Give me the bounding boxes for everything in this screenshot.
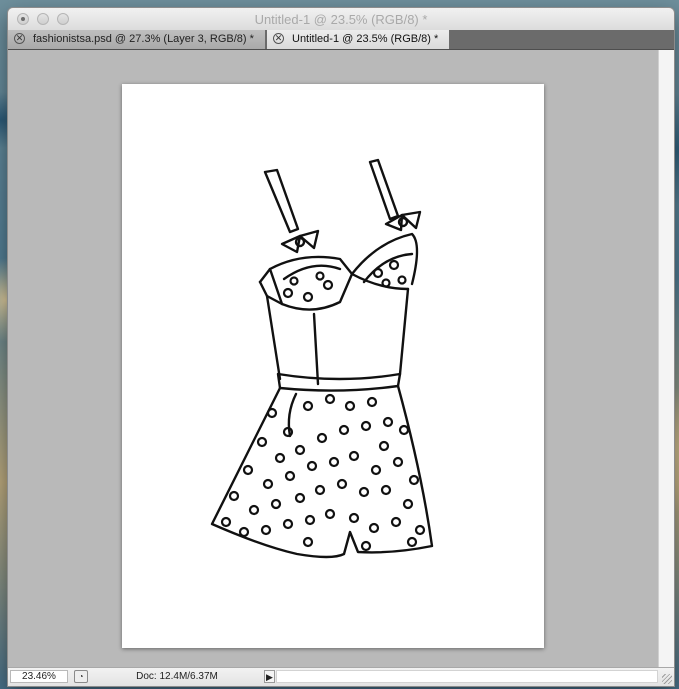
tab-label: fashionistsa.psd @ 27.3% (Layer 3, RGB/8… (33, 33, 254, 45)
document-canvas[interactable] (122, 84, 544, 648)
tab-fashionistsa[interactable]: ✕ fashionistsa.psd @ 27.3% (Layer 3, RGB… (8, 30, 266, 49)
tab-close-icon[interactable]: ✕ (14, 33, 25, 44)
status-options-icon[interactable]: ◔ (74, 670, 88, 683)
tab-close-icon[interactable]: ✕ (273, 33, 284, 44)
canvas-area[interactable] (8, 50, 658, 668)
horizontal-scrollbar[interactable] (276, 670, 658, 683)
resize-grip-icon[interactable] (662, 674, 672, 684)
romper-line-drawing (210, 158, 434, 559)
tab-label: Untitled-1 @ 23.5% (RGB/8) * (292, 33, 439, 45)
document-size-info: Doc: 12.4M/6.37M (136, 671, 218, 682)
vertical-scrollbar[interactable] (658, 50, 674, 668)
window-title: Untitled-1 @ 23.5% (RGB/8) * (254, 12, 428, 27)
status-bar: 23.46% ◔ Doc: 12.4M/6.37M ▶ (8, 667, 674, 686)
status-menu-arrow-icon[interactable]: ▶ (264, 670, 275, 683)
document-window: Untitled-1 @ 23.5% (RGB/8) * ✕ fashionis… (8, 8, 674, 686)
tab-untitled-1[interactable]: ✕ Untitled-1 @ 23.5% (RGB/8) * (267, 30, 449, 49)
zoom-level-field[interactable]: 23.46% (10, 670, 68, 683)
title-bar[interactable]: Untitled-1 @ 23.5% (RGB/8) * (8, 8, 674, 31)
document-tab-bar: ✕ fashionistsa.psd @ 27.3% (Layer 3, RGB… (8, 30, 674, 50)
